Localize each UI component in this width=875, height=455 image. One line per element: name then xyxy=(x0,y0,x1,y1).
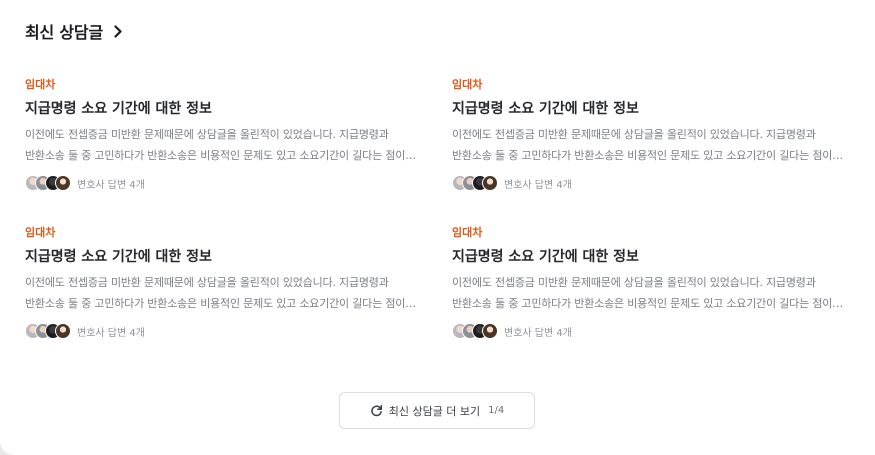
avatar xyxy=(55,175,71,191)
answer-count: 변호사 답변 4개 xyxy=(504,179,572,191)
post-category: 임대차 xyxy=(25,78,56,91)
post-category: 임대차 xyxy=(452,78,483,91)
avatar xyxy=(482,175,498,191)
lawyer-avatars xyxy=(25,175,71,191)
lawyer-avatars xyxy=(452,323,498,339)
answer-count: 변호사 답변 4개 xyxy=(77,327,145,339)
answer-count: 변호사 답변 4개 xyxy=(77,179,145,191)
post-meta: 변호사 답변 4개 xyxy=(452,175,848,191)
lawyer-avatars xyxy=(25,323,71,339)
chevron-right-icon xyxy=(113,24,123,38)
lawyer-avatars xyxy=(452,175,498,191)
post-title[interactable]: 지급명령 소요 기간에 대한 정보 xyxy=(25,248,421,266)
post-card[interactable]: 임대차 지급명령 소요 기간에 대한 정보 이전에도 전셉증금 미반환 문제때문… xyxy=(25,226,421,339)
post-meta: 변호사 답변 4개 xyxy=(25,323,421,339)
post-category: 임대차 xyxy=(25,226,56,239)
avatar xyxy=(482,323,498,339)
avatar xyxy=(55,323,71,339)
recent-consultations-panel: 최신 상담글 임대차 지급명령 소요 기간에 대한 정보 이전에도 전셉증금 미… xyxy=(0,0,875,455)
section-title: 최신 상담글 xyxy=(25,23,103,42)
refresh-icon xyxy=(370,404,383,417)
post-title[interactable]: 지급명령 소요 기간에 대한 정보 xyxy=(452,248,848,266)
post-card[interactable]: 임대차 지급명령 소요 기간에 대한 정보 이전에도 전셉증금 미반환 문제때문… xyxy=(452,226,848,339)
load-more-label: 최신 상담글 더 보기 xyxy=(388,404,481,418)
answer-count: 변호사 답변 4개 xyxy=(504,327,572,339)
load-more-button[interactable]: 최신 상담글 더 보기 1/4 xyxy=(339,392,535,429)
post-excerpt: 이전에도 전셉증금 미반환 문제때문에 상담글을 올린적이 있었습니다. 지급명… xyxy=(25,128,406,162)
post-card[interactable]: 임대차 지급명령 소요 기간에 대한 정보 이전에도 전셉증금 미반환 문제때문… xyxy=(25,78,421,191)
post-title[interactable]: 지급명령 소요 기간에 대한 정보 xyxy=(25,100,421,118)
post-excerpt: 이전에도 전셉증금 미반환 문제때문에 상담글을 올린적이 있었습니다. 지급명… xyxy=(452,128,833,162)
post-excerpt: 이전에도 전셉증금 미반환 문제때문에 상담글을 올린적이 있었습니다. 지급명… xyxy=(452,276,833,310)
post-card[interactable]: 임대차 지급명령 소요 기간에 대한 정보 이전에도 전셉증금 미반환 문제때문… xyxy=(452,78,848,191)
post-meta: 변호사 답변 4개 xyxy=(452,323,848,339)
post-title[interactable]: 지급명령 소요 기간에 대한 정보 xyxy=(452,100,848,118)
post-excerpt: 이전에도 전셉증금 미반환 문제때문에 상담글을 올린적이 있었습니다. 지급명… xyxy=(25,276,406,310)
post-category: 임대차 xyxy=(452,226,483,239)
page-indicator: 1/4 xyxy=(488,405,505,416)
section-header-link[interactable]: 최신 상담글 xyxy=(25,19,123,43)
post-meta: 변호사 답변 4개 xyxy=(25,175,421,191)
